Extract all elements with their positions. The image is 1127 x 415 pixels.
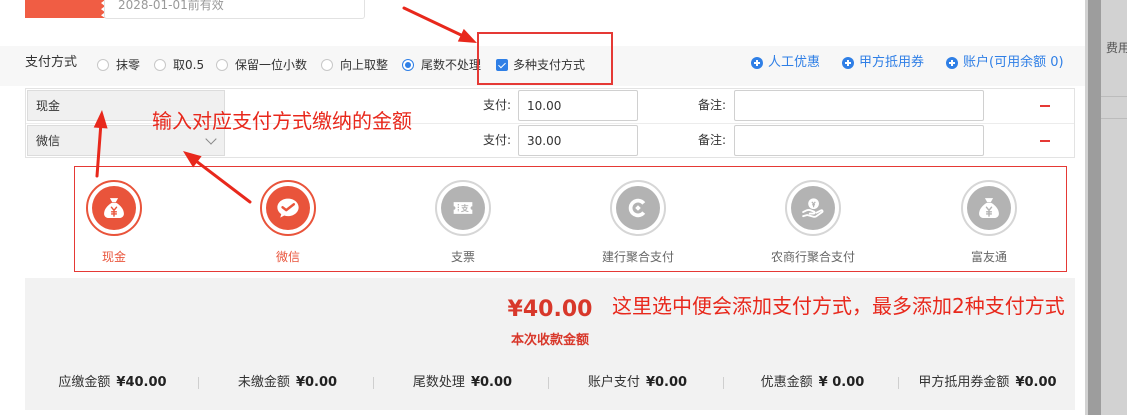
ccb-logo-icon [628,198,646,218]
plus-circle-icon [946,57,958,69]
note-label: 备注: [698,98,727,112]
remove-row-button[interactable] [1038,100,1052,112]
method-cheque[interactable]: 支 支票 [403,167,523,271]
summary-item-discount: 优惠金额 ¥ 0.00 [723,375,900,391]
coupon-expiry-box: 2028-01-01前有效 [104,0,365,19]
collected-amount-label: 本次收款金额 [510,333,589,348]
annotation-method-hint: 这里选中便会添加支付方式，最多添加2种支付方式 [612,294,1065,318]
payment-dialog: 2028-01-01前有效 支付方式 抹零 取0.5 保留一位小数 向上取整 尾… [0,0,1085,415]
annotation-amount-hint: 输入对应支付方式缴纳的金额 [152,109,412,133]
method-icon-ring [610,180,666,236]
summary-item-account: 账户支付 ¥0.00 [548,375,725,391]
rounding-option-label: 向上取整 [340,58,389,72]
rounding-option-round-off[interactable]: 抹零 [97,57,140,73]
payment-method-value: 微信 [36,134,61,148]
money-bag-icon [979,198,999,219]
summary-label: 账户支付 [587,375,640,390]
summary-label: 未缴金额 [237,375,290,390]
radio-icon[interactable] [321,59,333,71]
payment-method-value: 现金 [36,99,61,113]
summary-value: ¥40.00 [116,375,167,390]
method-label: 支票 [450,250,475,264]
method-icon-ring [785,180,841,236]
scrollbar-track[interactable] [1088,0,1101,415]
amount-input[interactable] [518,90,638,121]
method-cash[interactable]: 现金 [54,167,174,271]
rounding-option-label: 取0.5 [173,58,205,72]
money-bag-icon [104,198,124,219]
cheque-icon: 支 [453,202,473,214]
hand-coin-icon [802,198,824,218]
summary-value: ¥0.00 [470,375,513,390]
method-icon-ring [260,180,316,236]
method-label: 现金 [101,250,126,264]
summary-label: 甲方抵用券金额 [918,375,1010,390]
payment-mode-label: 支付方式 [25,55,78,70]
rounding-option-no-rounding[interactable]: 尾数不处理 [402,57,481,73]
manual-discount-button[interactable]: 人工优惠 [751,55,820,71]
method-rural-bank-aggregate[interactable]: 农商行聚合支付 [753,167,873,271]
chevron-down-icon[interactable] [205,133,217,145]
method-label: 建行聚合支付 [601,250,674,264]
summary-value: ¥ 0.00 [818,375,865,390]
summary-item-due: 应缴金额 ¥40.00 [25,375,200,391]
amount-label: 支付: [483,98,512,112]
amount-input[interactable] [518,125,638,156]
action-label: 人工优惠 [768,55,821,70]
plus-circle-icon [842,57,854,69]
method-label: 富友通 [970,250,1007,264]
summary-breakdown: 应缴金额 ¥40.00 未缴金额 ¥0.00 尾数处理 ¥0.00 账户支付 ¥0.00… [25,375,1075,391]
action-label: 甲方抵用券 [859,55,925,70]
summary-item-unpaid: 未缴金额 ¥0.00 [198,375,375,391]
rounding-option-label: 尾数不处理 [421,58,482,72]
rounding-option-label: 抹零 [116,58,141,72]
method-ccb-aggregate[interactable]: 建行聚合支付 [578,167,698,271]
summary-label: 应缴金额 [58,375,111,390]
radio-icon[interactable] [216,59,228,71]
rounding-option-round-up[interactable]: 向上取整 [321,57,388,73]
method-icon-ring [961,180,1017,236]
note-input[interactable] [734,90,984,121]
method-fuyoutong[interactable]: 富友通 [929,167,1049,271]
method-wechat[interactable]: 微信 [228,167,348,271]
note-label: 备注: [698,133,727,147]
method-icon-ring: 支 [435,180,491,236]
account-balance-button[interactable]: 账户(可用余额 0) [946,55,1064,71]
summary-value: ¥0.00 [295,375,338,390]
plus-circle-icon [751,57,763,69]
radio-icon[interactable] [402,59,414,71]
rounding-option-half[interactable]: 取0.5 [154,57,204,73]
rounding-option-one-decimal[interactable]: 保留一位小数 [216,57,307,73]
method-label: 农商行聚合支付 [770,250,855,264]
remove-row-button[interactable] [1038,135,1052,147]
divider [1101,96,1127,97]
summary-value: ¥0.00 [1015,375,1057,390]
summary-label: 尾数处理 [412,375,465,390]
method-icon-ring [86,180,142,236]
method-label: 微信 [275,250,300,264]
summary-item-voucher: 甲方抵用券金额 ¥0.00 [898,375,1075,391]
coupon-tag [25,0,105,18]
annotation-highlight-box [477,32,613,85]
note-input[interactable] [734,125,984,156]
payment-method-picker: 现金 微信 支 支票 建行聚合支付 农商行聚合支付 富友通 [74,166,1067,272]
background-column-header: 费用 [1106,41,1127,55]
coupon-expiry-text: 2028-01-01前有效 [118,0,224,12]
summary-label: 优惠金额 [760,375,813,390]
background-page: 费用 [1085,0,1127,415]
summary-item-rounding: 尾数处理 ¥0.00 [373,375,550,391]
summary-value: ¥0.00 [645,375,688,390]
wechat-pay-icon [277,198,299,218]
client-voucher-button[interactable]: 甲方抵用券 [842,55,924,71]
rounding-option-label: 保留一位小数 [235,58,308,72]
divider [1101,118,1127,119]
cheque-icon-glyph: 支 [460,203,469,213]
radio-icon[interactable] [154,59,166,71]
action-label: 账户(可用余额 0) [963,55,1064,70]
amount-label: 支付: [483,133,512,147]
radio-icon[interactable] [97,59,109,71]
